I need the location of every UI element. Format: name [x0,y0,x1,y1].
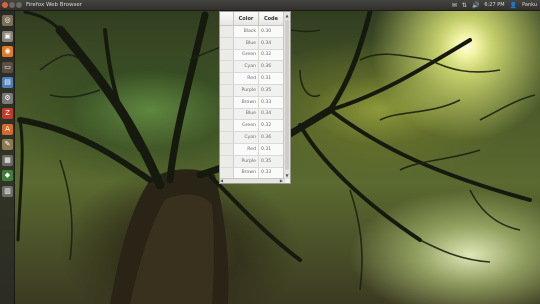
workspace-icon[interactable]: ▦ [2,154,13,166]
ubuntu-software-icon[interactable]: A [2,123,13,135]
table-row[interactable]: Black 0.30 [220,26,284,38]
network-icon[interactable]: ⇅ [462,0,467,11]
table-body: Black 0.30 Blue 0.34 Green 0.32 Cyan 0.36 Red 0.3… [220,26,284,180]
color-cell[interactable]: Red [234,143,259,155]
table-window: Color Code Black 0.30 Blue 0.34 Green 0.32 Cya… [219,11,291,184]
color-cell[interactable]: Red [234,73,259,84]
close-icon[interactable] [2,2,8,8]
table-row[interactable]: Purple 0.35 [220,155,284,168]
table-row[interactable]: Cyan 0.36 [220,61,284,74]
firefox-icon[interactable]: ◉ [2,46,13,57]
color-cell[interactable]: Purple [234,84,259,96]
mail-icon[interactable]: ✉ [452,0,457,11]
column-header-code[interactable]: Code [259,12,284,26]
scroll-left-icon[interactable]: ◀ [220,178,223,183]
trash-icon[interactable]: ▥ [2,185,13,197]
indicator-area: ✉ ⇅ 🔊 6:27 PM 👤 Panku [447,0,537,11]
color-cell[interactable]: Cyan [234,132,259,143]
column-header-color[interactable]: Color [234,12,259,26]
code-cell[interactable]: 0.35 [259,84,284,96]
table-header: Color Code [220,12,284,26]
scroll-thumb[interactable] [285,20,289,170]
table-row[interactable]: Cyan 0.36 [220,132,284,144]
files-icon[interactable]: ▣ [2,30,13,42]
filezilla-icon[interactable]: Z [2,108,13,119]
color-cell[interactable]: Brown [234,167,259,179]
user-name[interactable]: Panku [522,0,537,11]
libreoffice-icon[interactable]: ▤ [2,77,13,88]
dash-home-icon[interactable]: ◎ [2,15,13,26]
table-row[interactable]: Red 0.31 [220,143,284,156]
user-icon[interactable]: 👤 [510,0,517,11]
active-window-title: Firefox Web Browser [26,2,82,8]
row-number-cell[interactable] [220,155,234,167]
color-cell[interactable]: Green [234,49,259,61]
color-cell[interactable]: Black [234,26,259,37]
code-cell[interactable]: 0.36 [259,61,284,73]
color-cell[interactable]: Cyan [234,61,259,73]
app-icon[interactable]: ◆ [2,170,13,181]
code-cell[interactable]: 0.34 [259,37,284,49]
table-row[interactable]: Brown 0.33 [220,96,284,109]
top-panel: Firefox Web Browser ✉ ⇅ 🔊 6:27 PM 👤 Pank… [0,0,540,11]
minimize-icon[interactable] [9,2,15,8]
row-number-cell[interactable] [220,167,234,179]
color-cell[interactable]: Green [234,120,259,132]
code-cell[interactable]: 0.31 [259,143,284,155]
color-cell[interactable]: Blue [234,108,259,120]
vertical-scrollbar[interactable]: ▲ ▼ [283,12,290,179]
code-cell[interactable]: 0.32 [259,49,284,61]
horizontal-scrollbar[interactable]: ◀ ▶ [220,178,285,183]
color-cell[interactable]: Purple [234,155,259,167]
code-cell[interactable]: 0.31 [259,73,284,84]
color-cell[interactable]: Blue [234,37,259,49]
row-number-cell[interactable] [220,49,234,61]
maximize-icon[interactable] [16,2,22,8]
row-number-cell[interactable] [220,73,234,84]
code-cell[interactable]: 0.32 [259,120,284,132]
code-cell[interactable]: 0.34 [259,108,284,120]
scroll-up-icon[interactable]: ▲ [284,12,290,19]
row-number-cell[interactable] [220,143,234,155]
table-row[interactable]: Purple 0.35 [220,84,284,97]
row-number-cell[interactable] [220,132,234,143]
row-number-cell[interactable] [220,108,234,120]
table-row[interactable]: Blue 0.34 [220,37,284,50]
code-cell[interactable]: 0.36 [259,132,284,143]
row-number-cell[interactable] [220,96,234,108]
table-row[interactable]: Red 0.31 [220,73,284,85]
volume-icon[interactable]: 🔊 [472,0,479,11]
row-number-cell[interactable] [220,61,234,73]
code-cell[interactable]: 0.30 [259,26,284,37]
table-row[interactable]: Blue 0.34 [220,108,284,121]
table-row[interactable]: Green 0.32 [220,120,284,133]
launcher: ◎ ▣ ◉ ▭ ▤ ⚙ Z A ✎ ▦ ◆ ▥ [0,11,15,304]
row-number-cell[interactable] [220,26,234,37]
row-number-cell[interactable] [220,120,234,132]
row-number-header [220,12,234,26]
code-cell[interactable]: 0.33 [259,96,284,108]
clock[interactable]: 6:27 PM [484,0,504,11]
row-number-cell[interactable] [220,37,234,49]
code-cell[interactable]: 0.33 [259,167,284,179]
table-row[interactable]: Green 0.32 [220,49,284,62]
code-cell[interactable]: 0.35 [259,155,284,167]
gimp-icon[interactable]: ✎ [2,139,13,150]
terminal-icon[interactable]: ▭ [2,61,13,73]
color-cell[interactable]: Brown [234,96,259,108]
row-number-cell[interactable] [220,84,234,96]
scroll-right-icon[interactable]: ▶ [280,178,283,183]
window-controls [2,2,23,8]
settings-icon[interactable]: ⚙ [2,92,13,104]
